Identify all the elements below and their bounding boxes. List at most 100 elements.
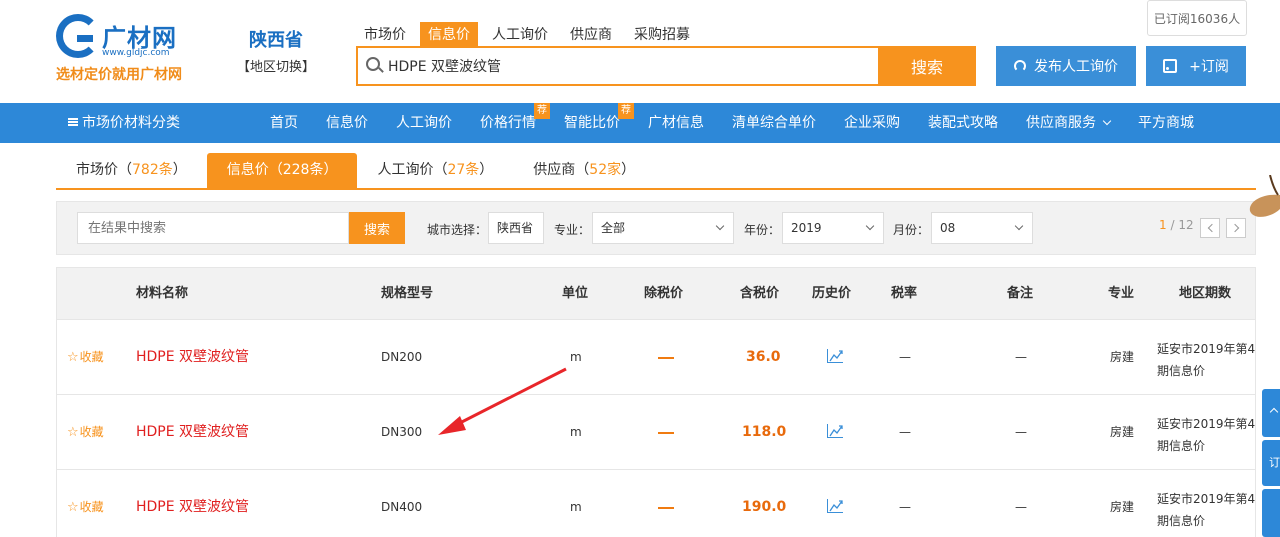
nav-item-label: 广材信息 xyxy=(648,115,704,131)
pretax-price-empty xyxy=(658,507,674,509)
leaf-decoration xyxy=(1249,175,1280,217)
nav-item-label: 装配式攻略 xyxy=(928,115,998,131)
col-remark: 备注 xyxy=(1007,286,1034,301)
favorite-button[interactable]: ☆收藏 xyxy=(67,395,104,470)
table-header: 材料名称 规格型号 单位 除税价 含税价 历史价 税率 备注 专业 地区期数 xyxy=(57,268,1255,320)
nav-item-prefab[interactable]: 装配式攻略 xyxy=(914,103,1012,143)
side-qrcode-button[interactable] xyxy=(1262,489,1280,537)
main-nav: 市场价材料分类 首页 信息价 人工询价 价格行情荐 智能比价荐 广材信息 清单综… xyxy=(0,103,1280,143)
result-search-button[interactable]: 搜索 xyxy=(349,212,405,244)
tab-label: 市场价（ xyxy=(76,162,132,178)
logo[interactable]: 广材网 www.gldjc.com 选材定价就用广材网 xyxy=(56,14,196,84)
tab-label-close: ） xyxy=(479,162,494,178)
chevron-down-icon xyxy=(1014,221,1024,231)
chevron-down-icon xyxy=(865,221,875,231)
unit-cell: m xyxy=(570,500,582,514)
nav-item-label: 平方商城 xyxy=(1138,115,1194,131)
search-tab-supplier[interactable]: 供应商 xyxy=(562,22,620,46)
logo-g-icon xyxy=(56,14,100,58)
nav-items: 首页 信息价 人工询价 价格行情荐 智能比价荐 广材信息 清单综合单价 企业采购… xyxy=(256,103,1208,143)
next-page-button[interactable] xyxy=(1226,218,1246,238)
history-chart-icon[interactable] xyxy=(827,424,843,438)
material-name-link[interactable]: HDPE 双壁波纹管 xyxy=(136,470,249,537)
nav-item-info-price[interactable]: 信息价 xyxy=(312,103,382,143)
material-name-link[interactable]: HDPE 双壁波纹管 xyxy=(136,395,249,470)
tab-supplier[interactable]: 供应商（52家） xyxy=(513,153,655,188)
nav-item-price-trend[interactable]: 价格行情荐 xyxy=(466,103,550,143)
tab-info-price[interactable]: 信息价（228条） xyxy=(206,153,358,188)
month-label: 月份： xyxy=(893,223,930,237)
search-tab-procurement[interactable]: 采购招募 xyxy=(626,22,698,46)
menu-icon xyxy=(68,118,78,126)
tab-label: 供应商（ xyxy=(533,162,590,178)
period-cell: 延安市2019年第4期信息价 xyxy=(1157,417,1256,453)
favorite-button[interactable]: ☆收藏 xyxy=(67,320,104,395)
month-select[interactable]: 08 xyxy=(931,212,1033,244)
search-button[interactable]: 搜索 xyxy=(878,46,976,86)
subscribed-count: 已订阅16036人 xyxy=(1147,0,1247,36)
city-select[interactable]: 陕西省 xyxy=(488,212,544,244)
year-select[interactable]: 2019 xyxy=(782,212,884,244)
nav-item-label: 清单综合单价 xyxy=(732,115,816,131)
city-label: 城市选择： xyxy=(427,223,488,237)
tab-count: 52家 xyxy=(589,162,622,178)
col-pretax: 除税价 xyxy=(644,286,684,301)
search-tab-manual[interactable]: 人工询价 xyxy=(484,22,556,46)
nav-item-enterprise[interactable]: 企业采购 xyxy=(830,103,914,143)
annotation-arrow xyxy=(438,367,567,435)
nav-item-label: 智能比价 xyxy=(564,115,620,131)
tab-label: 人工询价（ xyxy=(377,162,448,178)
prev-page-button[interactable] xyxy=(1200,218,1220,238)
col-period: 地区期数 xyxy=(1179,286,1232,301)
nav-category-menu[interactable]: 市场价材料分类 xyxy=(68,103,180,143)
region-switch-link[interactable]: 【地区切换】 xyxy=(236,56,316,75)
back-to-top-button[interactable] xyxy=(1262,389,1280,437)
rss-icon xyxy=(1163,59,1178,73)
col-spec: 规格型号 xyxy=(381,286,434,301)
search-tab-market[interactable]: 市场价 xyxy=(356,22,414,46)
star-icon: ☆ xyxy=(67,425,79,440)
result-search-input[interactable] xyxy=(77,212,349,244)
major-label: 专业： xyxy=(554,223,591,237)
search-input[interactable] xyxy=(388,54,868,78)
nav-item-manual-inquiry[interactable]: 人工询价 xyxy=(382,103,466,143)
search-tab-info[interactable]: 信息价 xyxy=(420,22,478,46)
price-table: 材料名称 规格型号 单位 除税价 含税价 历史价 税率 备注 专业 地区期数 ☆… xyxy=(56,267,1256,537)
nav-item-news[interactable]: 广材信息 xyxy=(634,103,718,143)
material-name-link[interactable]: HDPE 双壁波纹管 xyxy=(136,320,249,395)
col-unit: 单位 xyxy=(562,286,589,301)
chevron-down-icon xyxy=(715,221,725,231)
period-cell: 延安市2019年第4期信息价 xyxy=(1157,492,1256,528)
result-tabs: 市场价（782条） 信息价（228条） 人工询价（27条） 供应商（52家） xyxy=(56,153,1256,190)
page-current: 1 xyxy=(1159,218,1167,232)
nav-item-label: 企业采购 xyxy=(844,115,900,131)
pretax-price-empty xyxy=(658,357,674,359)
major-select[interactable]: 全部 xyxy=(592,212,734,244)
subscribe-button[interactable]: +订阅 xyxy=(1146,46,1246,86)
tab-manual-inquiry[interactable]: 人工询价（27条） xyxy=(357,153,513,188)
nav-item-mall[interactable]: 平方商城 xyxy=(1124,103,1208,143)
side-subscribe-button[interactable]: 订 xyxy=(1262,440,1280,486)
history-chart-icon[interactable] xyxy=(827,349,843,363)
tab-market-price[interactable]: 市场价（782条） xyxy=(56,153,207,188)
nav-item-supplier-service[interactable]: 供应商服务 xyxy=(1012,103,1124,143)
history-chart-icon[interactable] xyxy=(827,499,843,513)
col-rate: 税率 xyxy=(891,286,918,301)
chevron-up-icon xyxy=(1269,407,1279,417)
nav-item-label: 首页 xyxy=(270,115,298,131)
chevron-down-icon xyxy=(1102,116,1112,126)
headset-icon xyxy=(1014,60,1026,72)
recommend-badge: 荐 xyxy=(534,103,550,119)
nav-item-label: 人工询价 xyxy=(396,115,452,131)
search-box: 搜索 xyxy=(356,46,976,86)
remark-cell: — xyxy=(1015,500,1027,514)
taxed-price-cell: 36.0 xyxy=(746,349,781,365)
region-name: 陕西省 xyxy=(249,30,303,51)
nav-item-smart-compare[interactable]: 智能比价荐 xyxy=(550,103,634,143)
publish-inquiry-button[interactable]: 发布人工询价 xyxy=(996,46,1136,86)
tab-count: 228条 xyxy=(282,162,324,178)
nav-item-home[interactable]: 首页 xyxy=(256,103,312,143)
recommend-badge: 荐 xyxy=(618,103,634,119)
nav-item-unit-price[interactable]: 清单综合单价 xyxy=(718,103,830,143)
favorite-button[interactable]: ☆收藏 xyxy=(67,470,104,537)
